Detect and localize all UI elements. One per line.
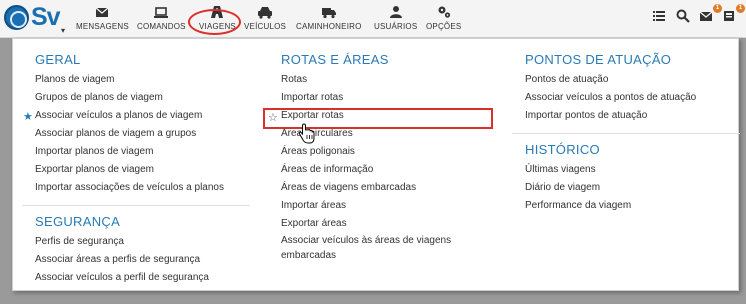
menu-link[interactable]: Perfis de segurança bbox=[35, 233, 250, 251]
section-title-seguranca: SEGURANÇA bbox=[35, 214, 121, 229]
menu-column-geral: GERAL Planos de viagem Grupos de planos … bbox=[22, 52, 250, 287]
menu-link[interactable]: Rotas bbox=[281, 71, 481, 89]
menu-link[interactable]: Importar áreas bbox=[281, 197, 481, 215]
viagens-mega-menu: GERAL Planos de viagem Grupos de planos … bbox=[12, 38, 740, 291]
section-title-pontos: PONTOS DE ATUAÇÃO bbox=[525, 52, 672, 67]
favorite-star-icon[interactable]: ★ bbox=[23, 110, 33, 123]
menu-link[interactable]: Importar planos de viagem bbox=[35, 143, 250, 161]
menu-link[interactable]: Áreas de viagens embarcadas bbox=[281, 179, 481, 197]
menu-link[interactable]: Associar veículos a pontos de atuação bbox=[525, 89, 740, 107]
alert-badge: 1 bbox=[736, 4, 745, 13]
menu-link[interactable]: Associar veículos a planos de viagem bbox=[35, 107, 250, 125]
menu-column-rotas-areas: ROTAS E ÁREAS Rotas Importar rotas Expor… bbox=[281, 52, 481, 263]
menu-link[interactable]: Últimas viagens bbox=[525, 161, 740, 179]
nav-label: COMANDOS bbox=[137, 22, 186, 31]
nav-opcoes[interactable]: OPÇÕES bbox=[426, 5, 461, 31]
car-icon bbox=[258, 7, 273, 19]
menu-link[interactable]: Diário de viagem bbox=[525, 179, 740, 197]
menu-link[interactable]: Áreas de informação bbox=[281, 161, 481, 179]
nav-comandos[interactable]: COMANDOS bbox=[137, 5, 186, 31]
menu-link[interactable]: Áreas poligonais bbox=[281, 143, 481, 161]
hand-pointer-cursor-icon bbox=[298, 123, 315, 144]
top-navbar: Sv ▾ MENSAGENS COMANDOS VIAGENS VEÍCULOS… bbox=[0, 0, 746, 38]
section-title-rotas-areas: ROTAS E ÁREAS bbox=[281, 52, 389, 67]
laptop-icon bbox=[154, 7, 169, 18]
section-divider bbox=[512, 133, 740, 134]
truck-icon bbox=[321, 8, 336, 19]
viagens-highlight-annotation bbox=[188, 9, 241, 35]
section-title-historico: HISTÓRICO bbox=[525, 142, 600, 157]
menu-link[interactable]: Associar áreas a perfis de segurança bbox=[35, 251, 250, 269]
section-title-geral: GERAL bbox=[35, 52, 81, 67]
search-icon[interactable] bbox=[676, 9, 694, 25]
nav-usuarios[interactable]: USUÁRIOS bbox=[374, 5, 417, 31]
section-divider bbox=[22, 205, 250, 206]
menu-link[interactable]: Importar pontos de atuação bbox=[525, 107, 740, 125]
nav-label: OPÇÕES bbox=[426, 22, 462, 31]
menu-link[interactable]: Associar veículos a perfil de segurança bbox=[35, 269, 250, 287]
nav-label: VEÍCULOS bbox=[244, 22, 287, 31]
menu-link[interactable]: Exportar planos de viagem bbox=[35, 161, 250, 179]
user-icon bbox=[389, 6, 402, 18]
menu-link[interactable]: Importar associações de veículos a plano… bbox=[35, 179, 250, 197]
menu-link[interactable]: Associar planos de viagem a grupos bbox=[35, 125, 250, 143]
messages-badge: 1 bbox=[713, 4, 722, 13]
menu-link[interactable]: Performance da viagem bbox=[525, 197, 740, 215]
envelope-icon bbox=[96, 7, 109, 17]
app-logo[interactable]: Sv ▾ bbox=[4, 3, 66, 35]
nav-label: CAMINHONEIRO bbox=[296, 22, 362, 31]
logo-text: Sv bbox=[31, 3, 61, 31]
favorite-star-outline-icon[interactable]: ☆ bbox=[268, 111, 278, 124]
gears-icon bbox=[438, 6, 450, 18]
menu-link[interactable]: Exportar áreas bbox=[281, 215, 481, 233]
menu-link[interactable]: Planos de viagem bbox=[35, 71, 250, 89]
nav-label: MENSAGENS bbox=[76, 22, 129, 31]
nav-veiculos[interactable]: VEÍCULOS bbox=[244, 5, 286, 31]
logo-dropdown-caret[interactable]: ▾ bbox=[61, 26, 65, 35]
nav-label: USUÁRIOS bbox=[374, 22, 418, 31]
menu-link[interactable]: Associar veículos às áreas de viagens em… bbox=[281, 233, 481, 263]
menu-link[interactable]: Pontos de atuação bbox=[525, 71, 740, 89]
messages-envelope-icon[interactable]: 1 bbox=[699, 4, 722, 25]
menu-link[interactable]: Importar rotas bbox=[281, 89, 481, 107]
logo-globe-icon bbox=[4, 5, 29, 30]
nav-mensagens[interactable]: MENSAGENS bbox=[76, 5, 129, 31]
menu-column-pontos: PONTOS DE ATUAÇÃO Pontos de atuação Asso… bbox=[512, 52, 740, 215]
menu-link[interactable]: Grupos de planos de viagem bbox=[35, 89, 250, 107]
alert-icon[interactable]: 1 bbox=[722, 4, 745, 25]
nav-caminhoneiro[interactable]: CAMINHONEIRO bbox=[296, 5, 362, 31]
list-icon[interactable] bbox=[652, 9, 670, 25]
